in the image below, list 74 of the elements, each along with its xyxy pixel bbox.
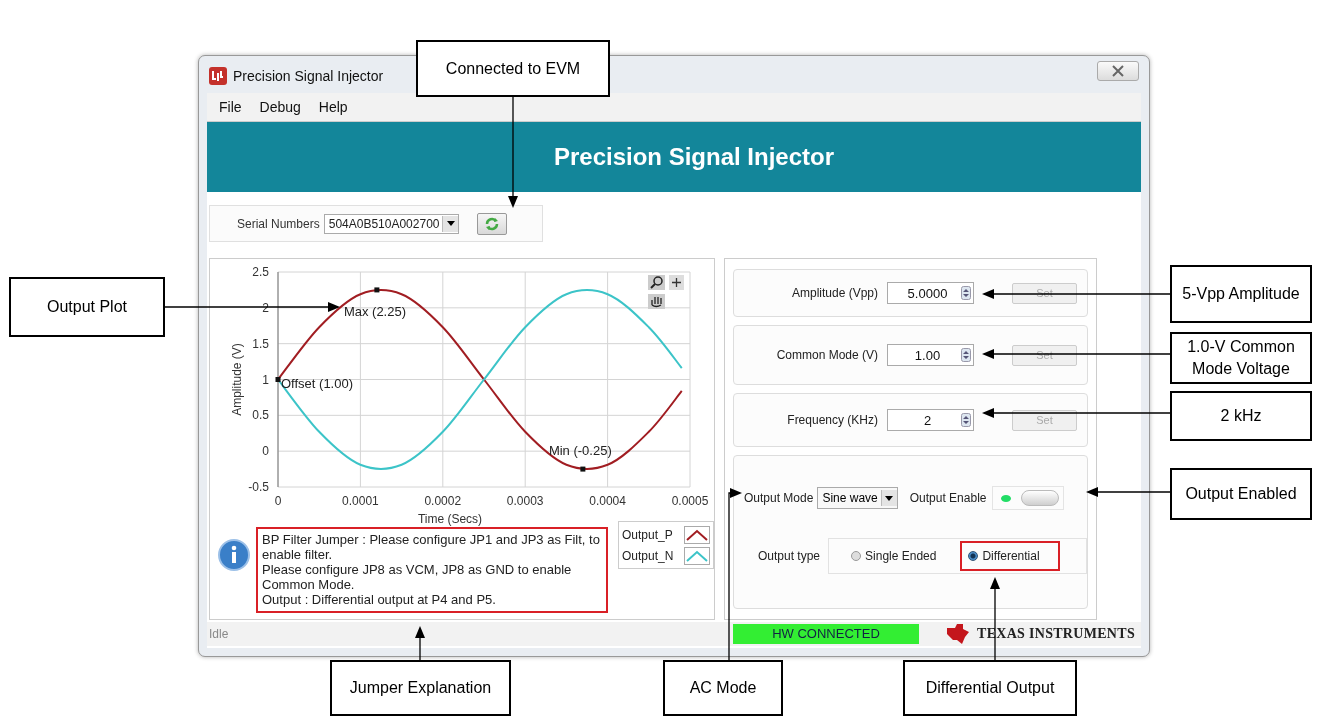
window-title: Precision Signal Injector xyxy=(233,67,384,84)
radio-button[interactable] xyxy=(968,551,979,561)
menu-item[interactable]: File xyxy=(219,99,242,115)
setting-label: Common Mode (V) xyxy=(775,348,878,362)
legend-swatch xyxy=(684,525,710,544)
close-icon xyxy=(1111,64,1125,77)
tick-label: 2.5 xyxy=(252,265,269,279)
cursor-marker xyxy=(374,287,380,293)
menu-item[interactable]: Debug xyxy=(259,99,301,115)
close-button[interactable] xyxy=(1097,60,1139,81)
output-type-label: Output type xyxy=(758,549,821,563)
axis-title: Time (Secs) xyxy=(417,512,483,526)
caret-icon xyxy=(447,221,455,226)
setting-label: Frequency (KHz) xyxy=(786,413,878,427)
serial-label: Serial Numbers xyxy=(237,216,320,231)
callout-box: 1.0-V Common Mode Voltage xyxy=(1170,332,1312,384)
toggle-button[interactable] xyxy=(1021,490,1060,506)
cursor-marker xyxy=(580,466,586,472)
cursor-marker xyxy=(275,377,281,382)
app-icon xyxy=(209,66,227,85)
tick-label: 0.5 xyxy=(252,408,269,423)
tick-label: -0.5 xyxy=(248,480,269,494)
radio-label: Differential xyxy=(982,549,1040,563)
annotation-label: Offset (1.00) xyxy=(281,375,353,391)
refresh-icon xyxy=(484,216,501,231)
legend-label: Output_P xyxy=(622,527,674,542)
leader-arrow xyxy=(415,626,425,661)
tick-label: 1.5 xyxy=(252,336,269,351)
annotation-label: Min (-0.25) xyxy=(548,443,612,459)
callout-box: Connected to EVM xyxy=(416,40,610,97)
callout-box: 2 kHz xyxy=(1170,391,1312,441)
tick-label: 0.0005 xyxy=(671,494,709,508)
callout-box: Output Enabled xyxy=(1170,468,1312,520)
tick-label: 0.0002 xyxy=(424,494,462,508)
tick-label: 0 xyxy=(262,444,269,459)
output-enable-label: Output Enable xyxy=(909,491,987,505)
tick-label: 0.0003 xyxy=(506,494,544,508)
menu-item[interactable]: Help xyxy=(318,99,348,115)
output-mode-dropdown[interactable]: Sine wave xyxy=(817,487,898,509)
spinner-icon[interactable] xyxy=(961,286,971,300)
callout-box: Jumper Explanation xyxy=(330,660,511,716)
ti-logo-icon xyxy=(945,624,971,644)
callout-box: Output Plot xyxy=(9,277,165,337)
setting-label: Amplitude (Vpp) xyxy=(790,286,878,300)
radio-label: Single Ended xyxy=(865,549,937,563)
jumper-info-text: BP Filter Jumper : Please configure JP1 and JP3 as Filt, to enable filter. Please configure JP8 as VCM, JP8 as GND to enable Common Mode. Output : Differential output at P4 and P5. xyxy=(256,527,608,613)
banner-title: Precision Signal Injector xyxy=(552,143,835,171)
connection-indicator: HW CONNECTED xyxy=(733,624,919,644)
axis-title: Amplitude (V) xyxy=(230,343,244,416)
tick-label: 0 xyxy=(274,494,282,508)
legend-label: Output_N xyxy=(622,548,675,563)
status-text: Idle xyxy=(208,627,230,641)
radio-option[interactable]: Differential xyxy=(960,541,1060,571)
refresh-button[interactable] xyxy=(477,212,508,235)
zoom-icon[interactable] xyxy=(648,275,665,290)
tick-label: 0.0004 xyxy=(589,494,626,508)
info-icon xyxy=(218,539,250,571)
tick-label: 1 xyxy=(262,372,269,387)
spinner-icon[interactable] xyxy=(961,348,971,362)
radio-button[interactable] xyxy=(851,551,862,561)
serial-dropdown[interactable]: 504A0B510A002700 xyxy=(323,213,460,234)
hand-icon[interactable] xyxy=(648,294,665,309)
radio-option[interactable]: Single Ended xyxy=(843,541,957,571)
output-mode-label: Output Mode xyxy=(744,491,814,505)
callout-box: AC Mode xyxy=(663,660,783,716)
crosshair-icon[interactable] xyxy=(669,275,684,290)
annotation-label: Max (2.25) xyxy=(343,303,406,319)
spinner-icon[interactable] xyxy=(961,413,971,427)
tick-label: 0.0001 xyxy=(342,494,379,508)
callout-box: Differential Output xyxy=(903,660,1077,716)
output-enable-switch[interactable] xyxy=(992,486,1065,510)
legend-swatch xyxy=(684,546,710,565)
callout-box: 5-Vpp Amplitude xyxy=(1170,265,1312,323)
caret-icon xyxy=(885,495,894,501)
